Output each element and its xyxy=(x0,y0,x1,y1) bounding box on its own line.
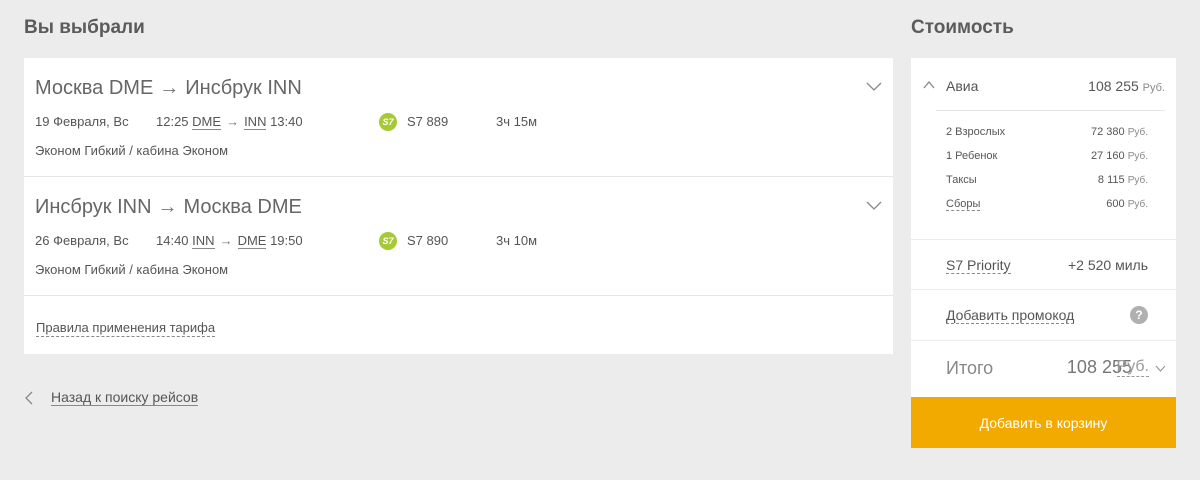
flight-route: Инсбрук INN → Москва DME xyxy=(35,196,302,219)
help-icon[interactable]: ? xyxy=(1130,306,1148,324)
breakdown-value: 27 160 Руб. xyxy=(1090,150,1148,162)
flight-date: 19 Февраля, Вс xyxy=(35,114,129,129)
flight-date: 26 Февраля, Вс xyxy=(35,233,129,248)
back-link-label[interactable]: Назад к поиску рейсов xyxy=(51,389,199,406)
add-to-cart-button[interactable]: Добавить в корзину xyxy=(911,397,1176,448)
breakdown-row: Сборы 600 Руб. xyxy=(946,198,1148,222)
breakdown-value: 72 380 Руб. xyxy=(1090,126,1148,138)
currency-select[interactable]: Руб. xyxy=(1116,358,1149,377)
flight-number: S7 890 xyxy=(407,233,449,248)
flight-times: 14:40 INN → DME 19:50 xyxy=(156,233,303,249)
route-from: Москва DME xyxy=(35,77,154,99)
breakdown-row: 1 Ребенок 27 160 Руб. xyxy=(946,150,1148,174)
s7-priority-link[interactable]: S7 Priority xyxy=(946,257,1011,274)
departure-airport-code[interactable]: DME xyxy=(192,114,222,130)
chevron-down-icon[interactable] xyxy=(1155,365,1166,372)
tariff-rules-link[interactable]: Правила применения тарифа xyxy=(36,320,216,337)
avia-amount: 108 255 Руб. xyxy=(1088,78,1165,94)
breakdown-row: Таксы 8 115 Руб. xyxy=(946,174,1148,198)
arrow-right-icon: → xyxy=(219,233,233,248)
chevron-up-icon[interactable] xyxy=(923,81,935,89)
route-from: Инсбрук INN xyxy=(35,196,152,218)
divider xyxy=(936,110,1165,111)
arrival-airport-code[interactable]: DME xyxy=(237,233,267,249)
arrival-time: 13:40 xyxy=(270,114,303,129)
departure-time: 12:25 xyxy=(156,114,189,129)
flight-number: S7 889 xyxy=(407,114,449,129)
flight-segment: Москва DME → Инсбрук INN 19 Февраля, Вс 12… xyxy=(24,58,893,177)
route-to: Москва DME xyxy=(183,196,302,218)
chevron-left-icon xyxy=(25,391,33,405)
fare-class: Эконом Гибкий / кабина Эконом xyxy=(35,262,229,277)
flight-duration: 3ч 15м xyxy=(496,114,538,129)
chevron-down-icon[interactable] xyxy=(866,82,882,92)
price-title: Стоимость xyxy=(911,17,1014,38)
priority-miles: +2 520 миль xyxy=(1067,257,1148,273)
departure-time: 14:40 xyxy=(156,233,189,248)
selected-flights-card: Москва DME → Инсбрук INN 19 Февраля, Вс 12… xyxy=(24,58,893,354)
flight-segment: Инсбрук INN → Москва DME 26 Февраля, Вс 14… xyxy=(24,177,893,296)
airline-logo-icon: S7 xyxy=(379,232,397,250)
chevron-down-icon[interactable] xyxy=(866,201,882,211)
fees-link[interactable]: Сборы xyxy=(946,198,981,211)
price-card: Авиа 108 255 Руб. 2 Взрослых 72 380 Руб.… xyxy=(911,58,1176,448)
departure-airport-code[interactable]: INN xyxy=(192,233,215,249)
add-promo-code-link[interactable]: Добавить промокод xyxy=(946,307,1075,324)
total-label: Итого xyxy=(946,358,994,378)
flight-route: Москва DME → Инсбрук INN xyxy=(35,77,302,100)
s7-priority-section: S7 Priority +2 520 миль xyxy=(911,240,1176,289)
flight-duration: 3ч 10м xyxy=(496,233,538,248)
arrival-time: 19:50 xyxy=(270,233,303,248)
promo-section: Добавить промокод ? xyxy=(911,290,1176,340)
route-arrow-icon: → xyxy=(159,77,180,99)
selected-flights-title: Вы выбрали xyxy=(24,17,145,38)
route-to: Инсбрук INN xyxy=(185,77,302,99)
breakdown-value: 8 115 Руб. xyxy=(1097,174,1148,186)
fare-class: Эконом Гибкий / кабина Эконом xyxy=(35,143,229,158)
total-section: Итого 108 255 Руб. xyxy=(911,341,1176,397)
breakdown-row: 2 Взрослых 72 380 Руб. xyxy=(946,126,1148,150)
arrival-airport-code[interactable]: INN xyxy=(244,114,267,130)
breakdown-label: Таксы xyxy=(946,174,977,186)
flight-times: 12:25 DME → INN 13:40 xyxy=(156,114,303,130)
airline-logo-icon: S7 xyxy=(379,113,397,131)
avia-price-section: Авиа 108 255 Руб. 2 Взрослых 72 380 Руб.… xyxy=(911,58,1176,239)
avia-toggle[interactable]: Авиа 108 255 Руб. xyxy=(921,78,1165,98)
route-arrow-icon: → xyxy=(157,196,178,218)
breakdown-value: 600 Руб. xyxy=(1106,198,1148,210)
breakdown-label: 1 Ребенок xyxy=(946,150,998,162)
breakdown-label: 2 Взрослых xyxy=(946,126,1006,138)
arrow-right-icon: → xyxy=(226,114,240,129)
avia-label: Авиа xyxy=(946,78,979,94)
price-breakdown: 2 Взрослых 72 380 Руб. 1 Ребенок 27 160 … xyxy=(946,126,1148,222)
